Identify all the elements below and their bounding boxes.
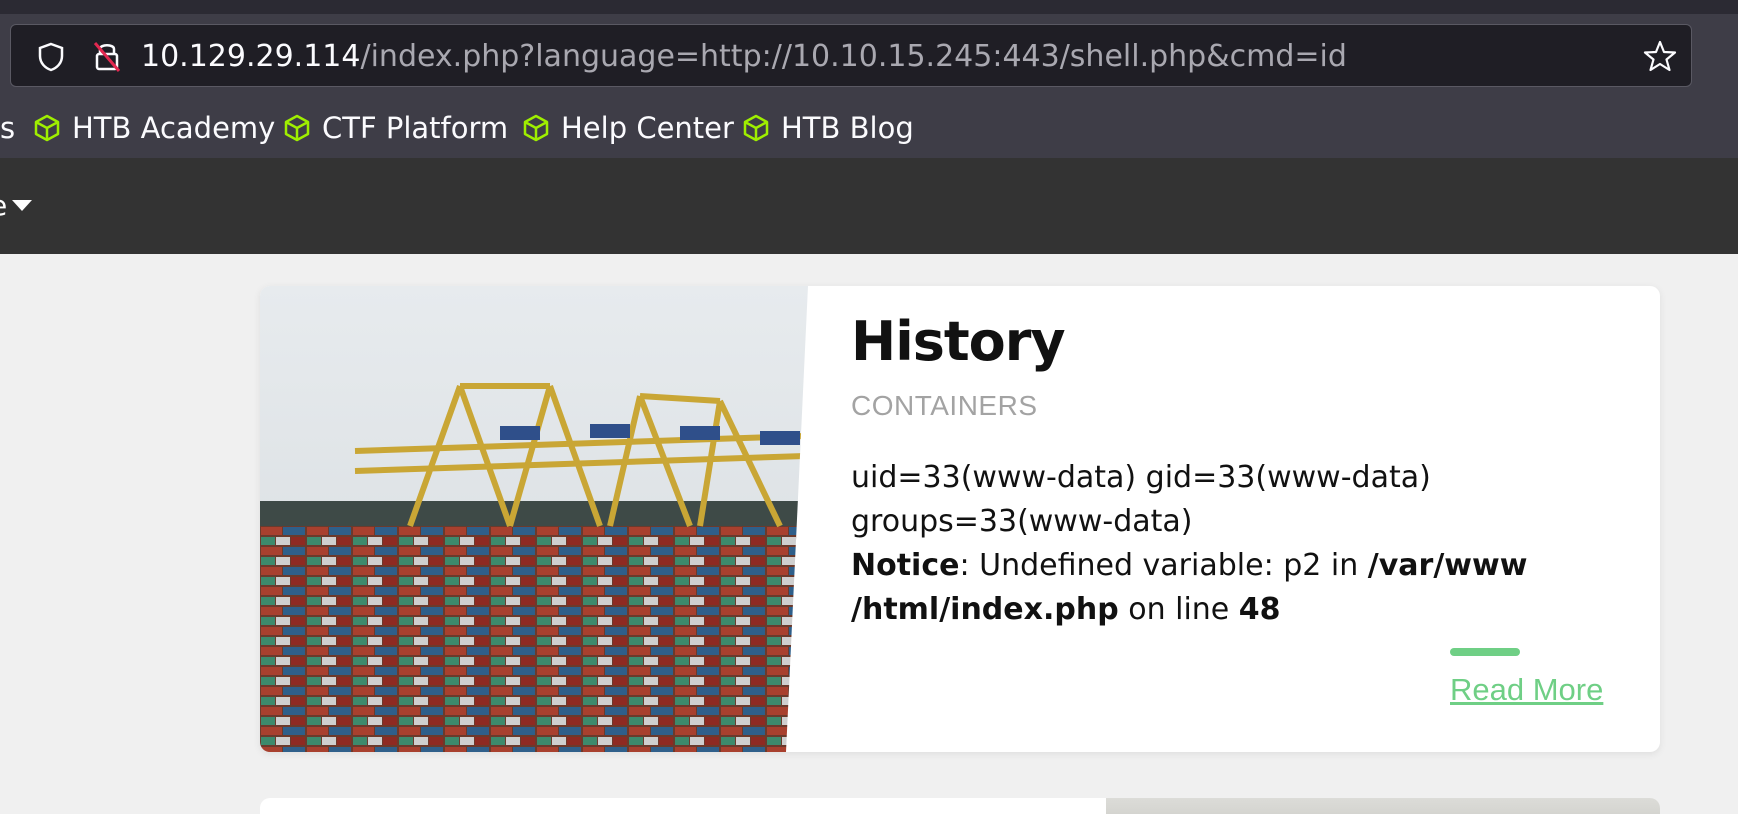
bookmark-htb-blog[interactable]: HTB Blog	[741, 100, 914, 156]
history-card: History CONTAINERS uid=33(www-data) gid=…	[260, 286, 1660, 752]
notice-text: : Undefined variable: p2 in	[959, 548, 1368, 583]
notice-path-part1: /var/www	[1367, 548, 1528, 583]
output-line: uid=33(www-data) gid=33(www-data)	[851, 460, 1431, 495]
notice-label: Notice	[851, 548, 960, 583]
htb-cube-icon	[284, 114, 310, 142]
bookmark-ctf-platform[interactable]: CTF Platform	[282, 100, 508, 156]
htb-cube-icon	[523, 114, 549, 142]
command-output: uid=33(www-data) gid=33(www-data) groups…	[851, 456, 1631, 632]
notice-path-part2: /html/index.php	[851, 592, 1119, 627]
window-top-strip	[0, 0, 1738, 14]
htb-cube-icon	[743, 114, 769, 142]
star-icon[interactable]	[1643, 39, 1677, 73]
notice-line-number: 48	[1238, 592, 1281, 627]
nav-truncated-label[interactable]: e	[0, 158, 7, 254]
bookmark-help-center[interactable]: Help Center	[521, 100, 734, 156]
php-notice: Notice: Undefined variable: p2 in /var/w…	[851, 544, 1631, 588]
url-path: /index.php?language=http://10.10.15.245:…	[360, 39, 1347, 74]
shield-icon[interactable]	[35, 41, 67, 73]
insecure-lock-icon[interactable]	[91, 39, 123, 73]
htb-cube-icon	[34, 114, 60, 142]
card-subtitle: CONTAINERS	[851, 390, 1038, 421]
next-card	[260, 798, 1660, 814]
url-host: 10.129.29.114	[141, 39, 361, 74]
next-card-image	[1106, 798, 1660, 814]
accent-bar	[1450, 648, 1520, 656]
url-bar[interactable]: 10.129.29.114/index.php?language=http://…	[10, 24, 1692, 87]
notice-online-text: on line	[1118, 592, 1239, 627]
read-more-link[interactable]: Read More	[1450, 672, 1603, 708]
bookmark-label: Help Center	[561, 111, 734, 145]
card-title: History	[851, 310, 1066, 373]
bookmark-label: HTB Blog	[781, 111, 914, 145]
bookmark-htb-academy[interactable]: HTB Academy	[32, 100, 275, 156]
bookmarks-bar: s HTB Academy CTF Platform Help Center H…	[0, 100, 1738, 156]
php-notice-cont: /html/index.php on line 48	[851, 588, 1631, 632]
chevron-down-icon[interactable]	[12, 200, 32, 211]
container-port-image	[260, 286, 812, 752]
output-line: groups=33(www-data)	[851, 504, 1193, 539]
bookmark-label: CTF Platform	[322, 111, 509, 145]
bookmark-label: HTB Academy	[72, 111, 276, 145]
site-navbar: e	[0, 158, 1738, 254]
bookmark-truncated-label[interactable]: s	[0, 100, 15, 156]
url-text[interactable]: 10.129.29.114/index.php?language=http://…	[141, 25, 1347, 88]
